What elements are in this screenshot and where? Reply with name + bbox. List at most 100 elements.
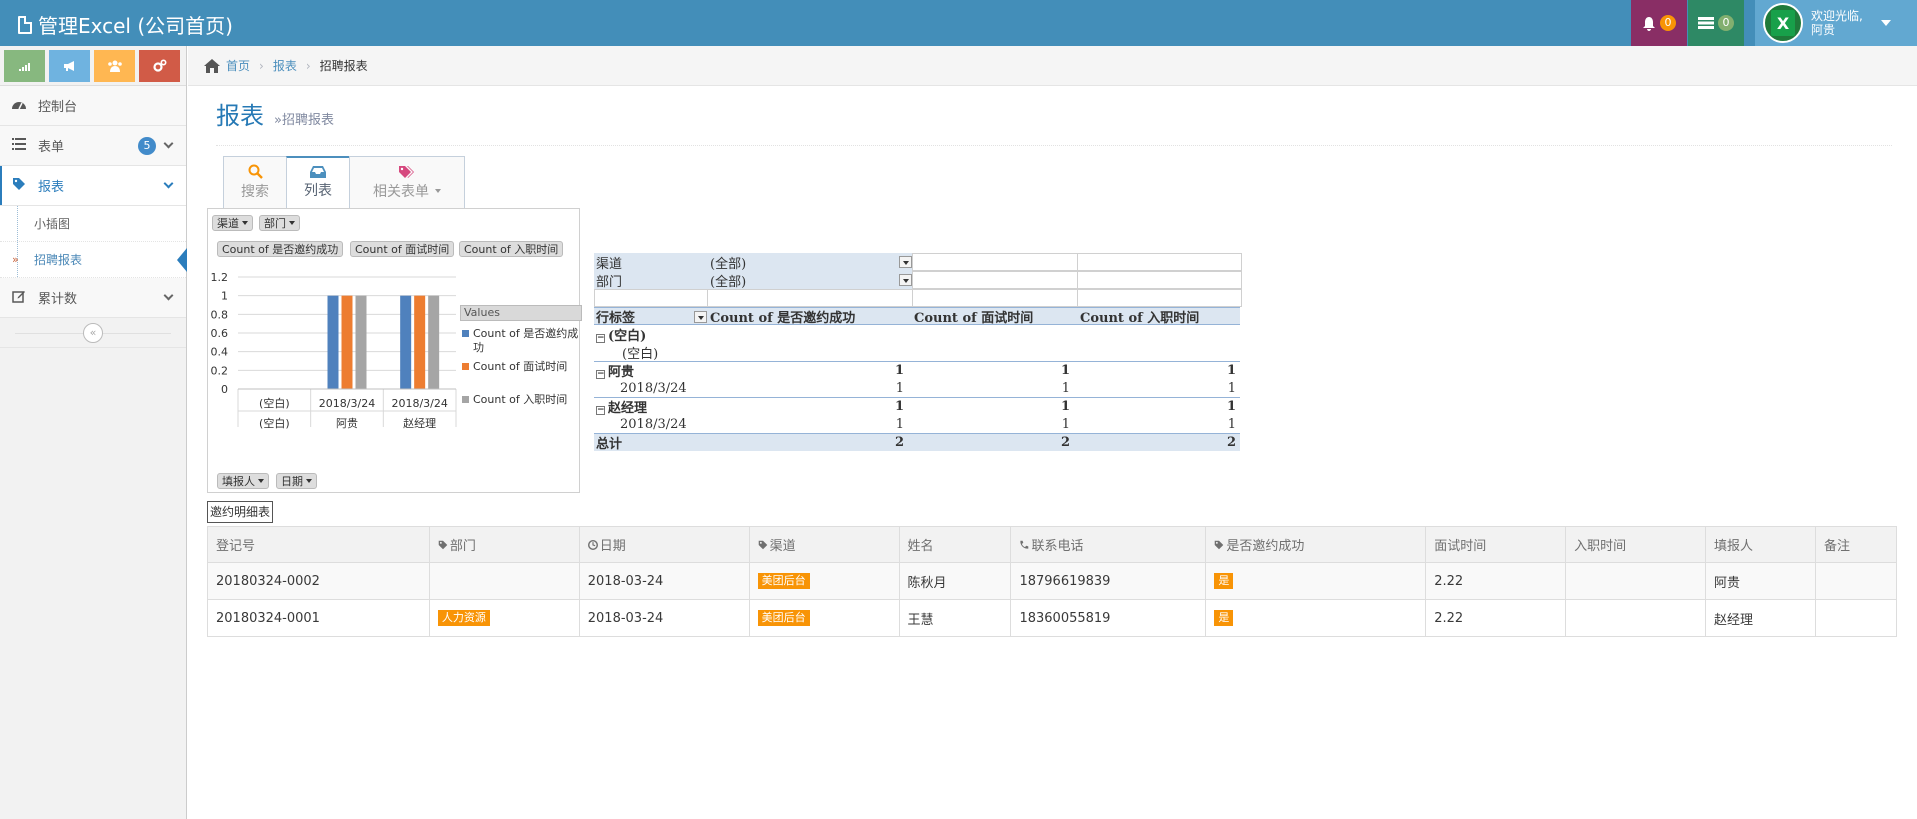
submenu-item-label: 小插图: [34, 217, 71, 231]
pivot-column-header: Count of 面试时间: [914, 310, 1034, 326]
sidebar-collapse: «: [0, 318, 186, 348]
submenu-item-recruit-report[interactable]: » 招聘报表: [0, 242, 187, 278]
inbox-icon: [310, 166, 326, 178]
table-column-header[interactable]: 备注: [1814, 526, 1898, 563]
pivot-column-header: Count of 入职时间: [1080, 310, 1200, 326]
user-menu[interactable]: X 欢迎光临, 阿贵: [1755, 0, 1917, 46]
pivot-row-label[interactable]: − 赵经理: [596, 397, 647, 416]
tab-list[interactable]: 列表: [286, 156, 350, 208]
row-label-filter-button[interactable]: [694, 311, 707, 323]
table-cell: 是: [1205, 599, 1427, 637]
app-brand[interactable]: 管理Excel (公司首页): [18, 10, 233, 39]
sidebar-item-label: 表单: [38, 140, 65, 155]
submenu-item-charts[interactable]: 小插图: [0, 206, 186, 242]
collapse-minus-icon[interactable]: −: [596, 406, 605, 415]
filter-dropdown-button[interactable]: [899, 256, 912, 268]
tab-label: 搜索: [241, 184, 269, 200]
grid-cell: [912, 253, 1078, 271]
collapse-sidebar-button[interactable]: «: [83, 322, 103, 343]
pivot-row: − 阿贵 1 1 1: [594, 361, 1240, 380]
table-column-header[interactable]: 是否邀约成功: [1205, 526, 1427, 563]
caret-down-icon: [1880, 20, 1891, 26]
pivot-chart: 渠道 部门 Count of 是否邀约成功 Count of 面试时间 Coun…: [207, 208, 582, 493]
y-tick-label: 0.2: [211, 364, 229, 377]
value-field-invite-success[interactable]: Count of 是否邀约成功: [217, 241, 344, 257]
pivot-total-label: 总计: [596, 437, 623, 452]
x-group-label: 赵经理: [403, 416, 436, 430]
value-field-hire-time[interactable]: Count of 入职时间: [459, 241, 564, 257]
shortcut-announce-button[interactable]: [49, 49, 90, 82]
table-column-header[interactable]: 姓名: [898, 526, 1012, 563]
field-label: Count of 是否邀约成功: [222, 243, 339, 256]
shortcut-settings-button[interactable]: [139, 49, 180, 82]
pivot-row-label: 2018/3/24: [620, 417, 687, 432]
collapse-minus-icon[interactable]: −: [596, 370, 605, 379]
pivot-cell-value: 1: [1227, 416, 1236, 432]
sidebar-item-forms[interactable]: 表单 5: [0, 126, 186, 166]
caret-down-icon: [289, 221, 295, 225]
group-icon: [107, 60, 122, 72]
sidebar-item-dashboard[interactable]: 控制台: [0, 86, 186, 126]
table-cell: 18360055819: [1010, 599, 1207, 637]
tab-related-forms[interactable]: 相关表单: [349, 156, 465, 208]
table-column-header[interactable]: 渠道: [748, 526, 900, 563]
pivot-row-label-text: (空白): [608, 328, 647, 344]
collapse-minus-icon[interactable]: −: [596, 333, 605, 343]
pivot-row-label[interactable]: − (空白): [596, 325, 646, 344]
table-cell: 20180324-0002: [207, 562, 430, 600]
table-row[interactable]: 20180324-0002 2018-03-24 美团后台 陈秋月 1879661983…: [207, 562, 1898, 600]
column-header-label: 日期: [599, 539, 626, 554]
pivot-row-label[interactable]: − 阿贵: [596, 361, 634, 380]
table-cell: 王慧: [898, 599, 1012, 637]
page-header: 报表 »招聘报表: [216, 96, 1892, 146]
table-column-header[interactable]: 日期: [578, 526, 750, 563]
table-column-header[interactable]: 部门: [428, 526, 580, 563]
tasks-button[interactable]: 0: [1688, 0, 1744, 46]
axis-field-reporter[interactable]: 填报人: [217, 473, 269, 489]
label-badge: 美团后台: [757, 573, 810, 589]
sidebar-item-reports[interactable]: 报表: [0, 166, 186, 206]
x-group-label: (空白): [259, 416, 290, 430]
table-row[interactable]: 20180324-0001 人力资源 2018-03-24 美团后台 王慧 1836005…: [207, 599, 1898, 637]
y-tick-label: 0.8: [211, 308, 229, 321]
field-label: Count of 面试时间: [355, 243, 450, 256]
table-column-header[interactable]: 面试时间: [1425, 526, 1567, 563]
cell-text: 王慧: [907, 612, 934, 628]
double-angle-right-icon: »: [12, 253, 19, 266]
breadcrumb-home-link[interactable]: 首页: [226, 57, 250, 74]
shortcut-users-button[interactable]: [94, 49, 135, 82]
tab-label: 列表: [304, 183, 332, 199]
filter-field-department[interactable]: 部门: [259, 215, 300, 231]
y-tick-label: 0.6: [211, 327, 229, 340]
table-column-header[interactable]: 入职时间: [1565, 526, 1707, 563]
label-badge: 美团后台: [757, 610, 810, 626]
table-column-header[interactable]: 填报人: [1705, 526, 1816, 563]
cell-text: 赵经理: [1714, 612, 1754, 628]
tab-search[interactable]: 搜索: [223, 156, 287, 208]
value-field-interview-time[interactable]: Count of 面试时间: [350, 241, 455, 257]
list-icon: [10, 137, 28, 154]
notifications-button[interactable]: 0: [1631, 0, 1687, 46]
cogs-icon: [152, 58, 167, 72]
table-column-header[interactable]: 联系电话: [1010, 526, 1207, 563]
home-icon: [204, 58, 220, 73]
search-icon: [248, 164, 263, 179]
breadcrumb-reports-link[interactable]: 报表: [273, 57, 297, 74]
grid-cell: [1077, 253, 1242, 271]
sidebar-item-accumulated[interactable]: 累计数: [0, 278, 186, 318]
sidebar-item-label: 报表: [38, 180, 65, 195]
pivot-cell-value: 1: [895, 380, 904, 396]
dashboard-icon: [10, 98, 28, 114]
grid-cell: [912, 271, 1078, 289]
shortcut-stats-button[interactable]: [4, 49, 45, 82]
filter-dropdown-button[interactable]: [899, 274, 912, 286]
table-cell: 美团后台: [748, 562, 900, 600]
axis-field-date[interactable]: 日期: [276, 473, 317, 489]
column-header-label: 面试时间: [1434, 539, 1487, 554]
table-column-header[interactable]: 登记号: [207, 526, 430, 563]
submenu-item-label: 招聘报表: [34, 253, 83, 267]
filter-field-channel[interactable]: 渠道: [212, 215, 253, 231]
x-tick-label: (空白): [259, 396, 290, 410]
forms-count-badge: 5: [138, 137, 156, 155]
cell-text: 陈秋月: [907, 575, 947, 591]
